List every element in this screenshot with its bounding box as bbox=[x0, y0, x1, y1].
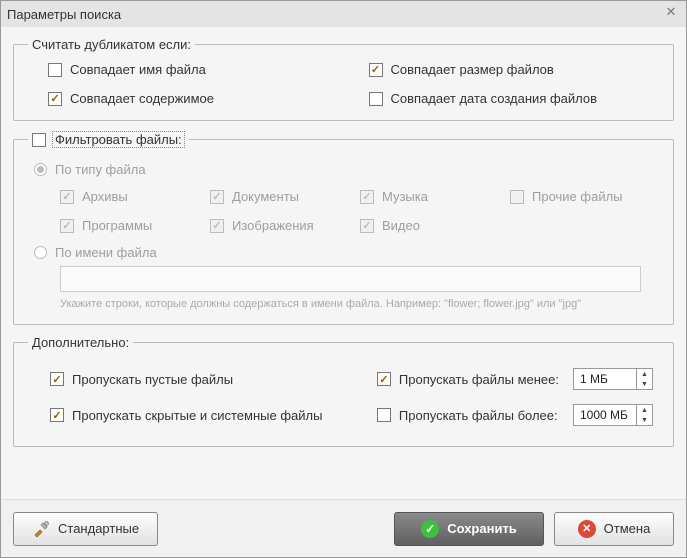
skip-less-spinner[interactable]: 1 МБ ▲ ▼ bbox=[573, 368, 653, 390]
filetype-programs-label: Программы bbox=[82, 218, 152, 233]
filetype-programs-row[interactable]: Программы bbox=[60, 218, 210, 233]
skip-less-label: Пропускать файлы менее: bbox=[399, 372, 559, 387]
filetype-images-label: Изображения bbox=[232, 218, 314, 233]
filter-files-legend-text: Фильтровать файлы: bbox=[52, 131, 185, 148]
match-content-label: Совпадает содержимое bbox=[70, 91, 214, 106]
match-size-row[interactable]: Совпадает размер файлов bbox=[349, 62, 660, 77]
filetype-documents-row[interactable]: Документы bbox=[210, 189, 360, 204]
match-content-checkbox[interactable] bbox=[48, 92, 62, 106]
match-name-row[interactable]: Совпадает имя файла bbox=[28, 62, 339, 77]
tools-icon bbox=[32, 520, 50, 538]
skip-more-spinner[interactable]: 1000 МБ ▲ ▼ bbox=[573, 404, 653, 426]
filter-files-group: Фильтровать файлы: По типу файла Архивы … bbox=[13, 131, 674, 325]
skip-empty-row[interactable]: Пропускать пустые файлы bbox=[50, 372, 363, 387]
skip-less-row[interactable]: Пропускать файлы менее: bbox=[377, 372, 559, 387]
skip-empty-label: Пропускать пустые файлы bbox=[72, 372, 233, 387]
titlebar: Параметры поиска ✕ bbox=[1, 1, 686, 27]
skip-hidden-label: Пропускать скрытые и системные файлы bbox=[72, 408, 322, 423]
filetype-other-row[interactable]: Прочие файлы bbox=[510, 189, 655, 204]
duplicate-criteria-legend: Считать дубликатом если: bbox=[28, 37, 195, 52]
filetype-video-checkbox[interactable] bbox=[360, 219, 374, 233]
spin-down-icon[interactable]: ▼ bbox=[637, 415, 652, 425]
close-circle-icon: ✕ bbox=[578, 520, 596, 538]
filetype-music-row[interactable]: Музыка bbox=[360, 189, 510, 204]
filetype-other-label: Прочие файлы bbox=[532, 189, 623, 204]
by-type-label: По типу файла bbox=[55, 162, 146, 177]
filetype-documents-label: Документы bbox=[232, 189, 299, 204]
filetype-programs-checkbox[interactable] bbox=[60, 219, 74, 233]
footer: Стандартные ✓ Сохранить ✕ Отмена bbox=[1, 499, 686, 557]
check-icon: ✓ bbox=[421, 520, 439, 538]
additional-group: Дополнительно: Пропускать пустые файлы П… bbox=[13, 335, 674, 447]
match-name-label: Совпадает имя файла bbox=[70, 62, 206, 77]
skip-more-label: Пропускать файлы более: bbox=[399, 408, 558, 423]
filetype-archives-label: Архивы bbox=[82, 189, 128, 204]
filetype-images-checkbox[interactable] bbox=[210, 219, 224, 233]
content-area: Считать дубликатом если: Совпадает имя ф… bbox=[1, 27, 686, 499]
by-type-row[interactable]: По типу файла bbox=[34, 162, 655, 177]
match-size-label: Совпадает размер файлов bbox=[391, 62, 554, 77]
filetype-archives-checkbox[interactable] bbox=[60, 190, 74, 204]
match-date-row[interactable]: Совпадает дата создания файлов bbox=[349, 91, 660, 106]
match-date-label: Совпадает дата создания файлов bbox=[391, 91, 598, 106]
filetype-video-label: Видео bbox=[382, 218, 420, 233]
filetype-music-checkbox[interactable] bbox=[360, 190, 374, 204]
by-type-radio[interactable] bbox=[34, 163, 47, 176]
filter-enable-checkbox[interactable] bbox=[32, 133, 46, 147]
duplicate-criteria-group: Считать дубликатом если: Совпадает имя ф… bbox=[13, 37, 674, 121]
by-name-radio[interactable] bbox=[34, 246, 47, 259]
filetype-images-row[interactable]: Изображения bbox=[210, 218, 360, 233]
filetype-music-label: Музыка bbox=[382, 189, 428, 204]
skip-more-value: 1000 МБ bbox=[574, 408, 636, 422]
spin-up-icon[interactable]: ▲ bbox=[637, 405, 652, 415]
match-date-checkbox[interactable] bbox=[369, 92, 383, 106]
close-icon[interactable]: ✕ bbox=[662, 3, 680, 21]
save-button[interactable]: ✓ Сохранить bbox=[394, 512, 544, 546]
skip-less-checkbox[interactable] bbox=[377, 372, 391, 386]
save-button-label: Сохранить bbox=[447, 521, 517, 536]
skip-hidden-checkbox[interactable] bbox=[50, 408, 64, 422]
skip-more-checkbox[interactable] bbox=[377, 408, 391, 422]
cancel-button-label: Отмена bbox=[604, 521, 651, 536]
filetype-archives-row[interactable]: Архивы bbox=[60, 189, 210, 204]
by-name-row[interactable]: По имени файла bbox=[34, 245, 655, 260]
match-name-checkbox[interactable] bbox=[48, 63, 62, 77]
match-content-row[interactable]: Совпадает содержимое bbox=[28, 91, 339, 106]
filetype-documents-checkbox[interactable] bbox=[210, 190, 224, 204]
by-name-label: По имени файла bbox=[55, 245, 157, 260]
match-size-checkbox[interactable] bbox=[369, 63, 383, 77]
spin-down-icon[interactable]: ▼ bbox=[637, 379, 652, 389]
filetype-video-row[interactable]: Видео bbox=[360, 218, 510, 233]
skip-hidden-row[interactable]: Пропускать скрытые и системные файлы bbox=[50, 408, 363, 423]
filetype-other-checkbox[interactable] bbox=[510, 190, 524, 204]
filename-input[interactable] bbox=[60, 266, 641, 292]
dialog-window: Параметры поиска ✕ Считать дубликатом ес… bbox=[0, 0, 687, 558]
skip-more-row[interactable]: Пропускать файлы более: bbox=[377, 408, 559, 423]
filename-hint: Укажите строки, которые должны содержать… bbox=[60, 298, 655, 310]
cancel-button[interactable]: ✕ Отмена bbox=[554, 512, 674, 546]
defaults-button-label: Стандартные bbox=[58, 521, 139, 536]
skip-empty-checkbox[interactable] bbox=[50, 372, 64, 386]
skip-less-value: 1 МБ bbox=[574, 372, 636, 386]
window-title: Параметры поиска bbox=[7, 7, 121, 22]
defaults-button[interactable]: Стандартные bbox=[13, 512, 158, 546]
spin-up-icon[interactable]: ▲ bbox=[637, 369, 652, 379]
additional-legend: Дополнительно: bbox=[28, 335, 133, 350]
filter-files-legend: Фильтровать файлы: bbox=[28, 131, 189, 148]
